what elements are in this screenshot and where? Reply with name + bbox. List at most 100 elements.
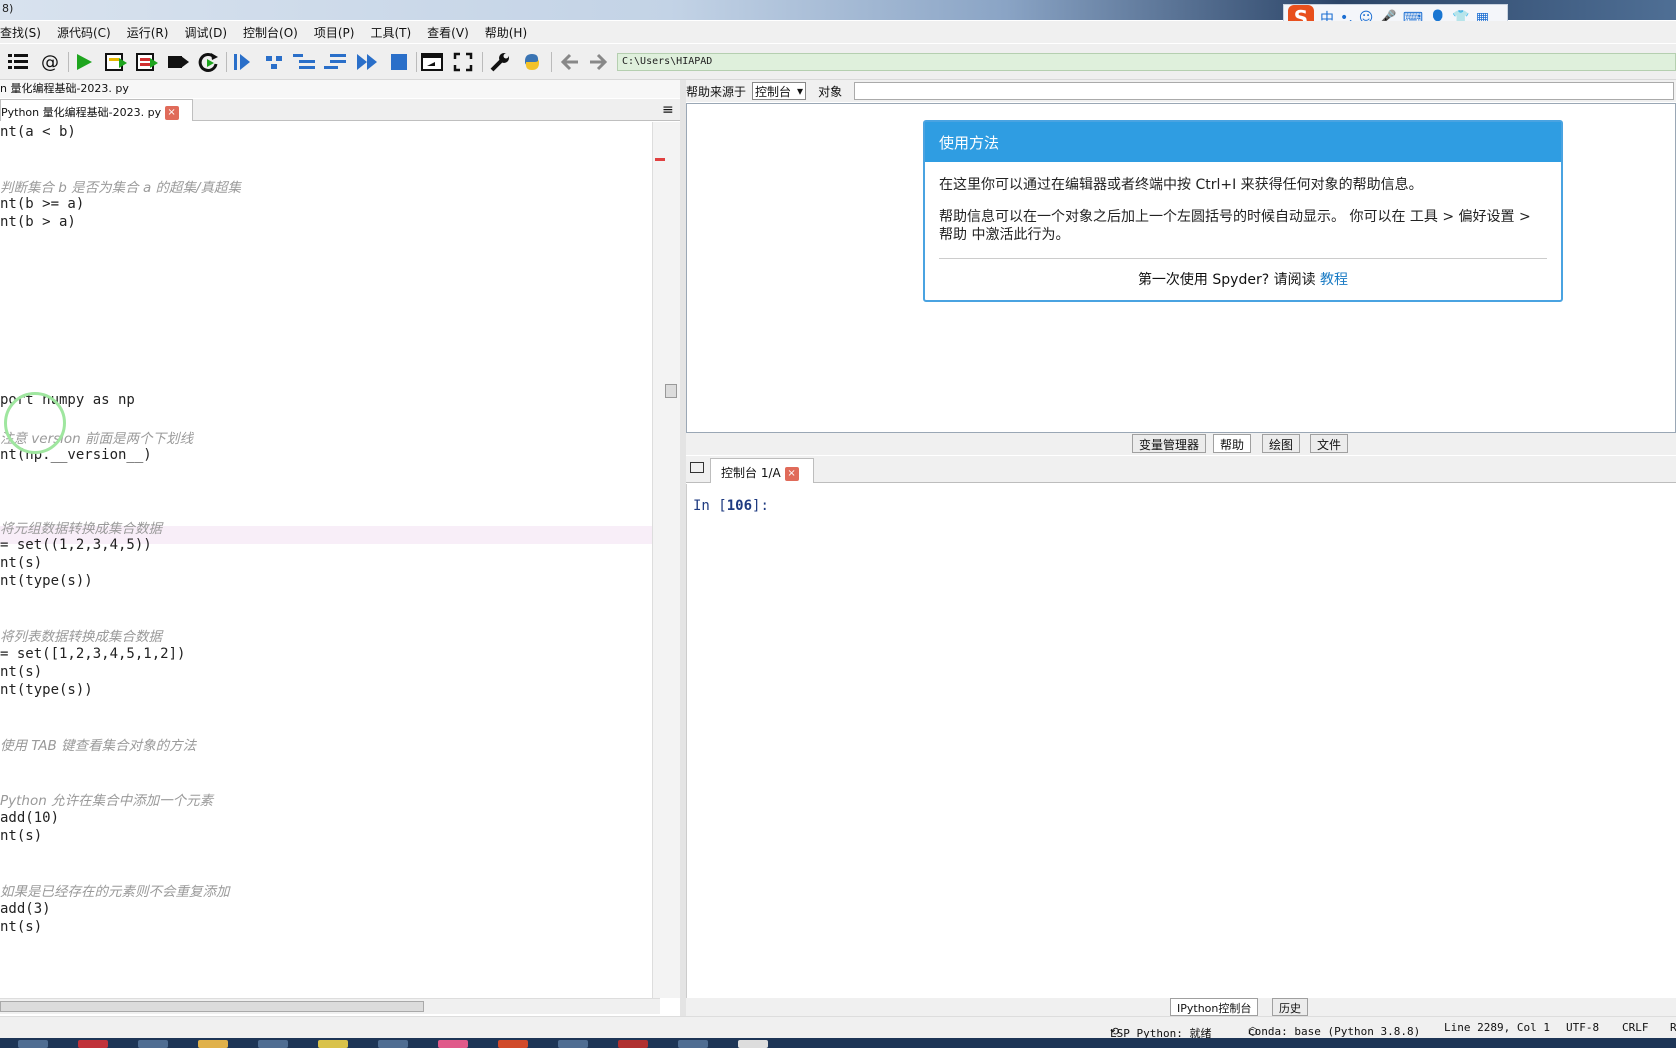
- toolbar-separator: [68, 52, 69, 72]
- svg-text:@: @: [41, 52, 59, 72]
- toolbar-separator: [226, 52, 227, 72]
- fullscreen-icon[interactable]: [451, 50, 475, 74]
- folder-icon[interactable]: [690, 462, 704, 473]
- menu-help[interactable]: 帮助(H): [477, 24, 535, 41]
- taskbar-item[interactable]: [678, 1040, 708, 1048]
- code-line: nt(type(s)): [0, 573, 93, 589]
- taskbar-item[interactable]: [558, 1040, 588, 1048]
- console-tab-bar: 控制台 1/A ×: [686, 456, 1676, 483]
- at-icon[interactable]: @: [38, 50, 62, 74]
- help-object-label: 对象: [818, 84, 843, 99]
- debug-icon[interactable]: [230, 50, 254, 74]
- menu-debug[interactable]: 调试(D): [176, 24, 235, 41]
- line-endings: CRLF: [1622, 1021, 1649, 1034]
- menu-run[interactable]: 运行(R): [119, 24, 177, 41]
- editor-vertical-scrollbar[interactable]: [652, 122, 680, 998]
- help-object-input[interactable]: [854, 82, 1675, 100]
- editor-tab[interactable]: Python 量化编程基础-2023. py ×: [0, 99, 193, 121]
- taskbar-item[interactable]: [438, 1040, 468, 1048]
- os-taskbar: [0, 1038, 1676, 1048]
- code-line: nt(a < b): [0, 124, 76, 140]
- python-path-icon[interactable]: [520, 50, 544, 74]
- taskbar-item[interactable]: [258, 1040, 288, 1048]
- status-bar: ⟲ LSP Python: 就绪 ⬡ conda: base (Python 3.8…: [0, 1016, 1676, 1040]
- code-comment-line: 判断集合 b 是否为集合 a 的超集/真超集: [0, 180, 242, 196]
- code-comment-line: 将元组数据转换成集合数据: [0, 521, 162, 537]
- pane-tab-bar: 变量管理器 帮助 绘图 文件: [686, 433, 1676, 455]
- tab-files[interactable]: 文件: [1310, 434, 1349, 453]
- code-line: = set([1,2,3,4,5,1,2]): [0, 646, 186, 662]
- cursor-position: Line 2289, Col 1: [1444, 1021, 1550, 1034]
- continue-icon[interactable]: [355, 50, 379, 74]
- code-line: = set((1,2,3,4,5)): [0, 537, 152, 553]
- chevron-down-icon: ▾: [797, 84, 804, 98]
- code-line: nt(b >= a): [0, 196, 85, 212]
- rerun-icon[interactable]: [197, 50, 221, 74]
- working-directory-input[interactable]: C:\Users\HIAPAD: [617, 53, 1676, 71]
- console-tab[interactable]: 控制台 1/A ×: [710, 458, 814, 483]
- console-bottom-tabs: IPython控制台 历史: [686, 998, 1676, 1016]
- code-line: nt(s): [0, 555, 43, 571]
- help-source-dropdown[interactable]: 控制台 ▾: [752, 82, 807, 100]
- help-pane: 使用方法 在这里你可以通过在编辑器或者终端中按 Ctrl+I 来获得任何对象的帮…: [686, 103, 1676, 433]
- run-cell-advance-icon[interactable]: [135, 50, 159, 74]
- tab-help[interactable]: 帮助: [1213, 434, 1252, 453]
- tab-history[interactable]: 历史: [1272, 998, 1308, 1016]
- taskbar-item[interactable]: [138, 1040, 168, 1048]
- taskbar-item[interactable]: [78, 1040, 108, 1048]
- tab-plots[interactable]: 绘图: [1262, 434, 1301, 453]
- close-icon[interactable]: ×: [784, 466, 799, 481]
- code-line: add(10): [0, 810, 60, 826]
- help-paragraph-1: 在这里你可以通过在编辑器或者终端中按 Ctrl+I 来获得任何对象的帮助信息。: [939, 177, 1423, 193]
- scrollbar-thumb[interactable]: [665, 384, 677, 398]
- help-footer-text: 第一次使用 Spyder? 请阅读: [1137, 272, 1316, 288]
- window-title: 8): [2, 2, 14, 15]
- help-card-title: 使用方法: [925, 122, 1561, 162]
- run-cell-icon[interactable]: [104, 50, 128, 74]
- editor-horizontal-scrollbar[interactable]: [0, 998, 660, 1014]
- mouse-cursor-highlight: [4, 392, 66, 454]
- console-tab-label: 控制台 1/A: [721, 466, 781, 480]
- code-line: nt(s): [0, 828, 43, 844]
- tab-ipython-console[interactable]: IPython控制台: [1170, 998, 1259, 1016]
- step-icon[interactable]: [262, 50, 286, 74]
- code-editor[interactable]: nt(a < b) 判断集合 b 是否为集合 a 的超集/真超集 nt(b >= a…: [0, 122, 652, 998]
- help-source-label: 帮助来源于: [686, 84, 747, 99]
- menu-search[interactable]: 查找(S): [0, 24, 49, 41]
- step-into-icon[interactable]: [292, 50, 316, 74]
- forward-arrow-icon[interactable]: [586, 50, 610, 74]
- preferences-wrench-icon[interactable]: [488, 50, 512, 74]
- prompt-suffix: ]:: [752, 498, 769, 514]
- step-return-icon[interactable]: [323, 50, 347, 74]
- taskbar-item[interactable]: [498, 1040, 528, 1048]
- code-line: nt(s): [0, 919, 43, 935]
- stop-icon[interactable]: [387, 50, 411, 74]
- help-usage-card: 使用方法 在这里你可以通过在编辑器或者终端中按 Ctrl+I 来获得任何对象的帮…: [923, 120, 1563, 302]
- taskbar-item[interactable]: [318, 1040, 348, 1048]
- editor-options-menu-icon[interactable]: ≡: [662, 102, 674, 118]
- run-selection-icon[interactable]: [166, 50, 190, 74]
- scrollbar-thumb[interactable]: [0, 1001, 424, 1012]
- run-icon[interactable]: [72, 50, 96, 74]
- taskbar-item[interactable]: [18, 1040, 48, 1048]
- taskbar-item[interactable]: [378, 1040, 408, 1048]
- menu-view[interactable]: 查看(V): [419, 24, 477, 41]
- tab-variable-explorer[interactable]: 变量管理器: [1132, 434, 1207, 453]
- console-prompt: In [106]:: [693, 498, 769, 514]
- code-comment-line: 使用 TAB 键查看集合对象的方法: [0, 738, 197, 754]
- outline-icon[interactable]: [6, 50, 30, 74]
- taskbar-item[interactable]: [198, 1040, 228, 1048]
- close-icon[interactable]: ×: [164, 106, 179, 120]
- menu-tools[interactable]: 工具(T): [362, 24, 419, 41]
- ipython-console[interactable]: In [106]:: [686, 484, 1676, 998]
- menu-console[interactable]: 控制台(O): [235, 24, 306, 41]
- menu-source[interactable]: 源代码(C): [49, 24, 119, 41]
- tutorial-link[interactable]: 教程: [1320, 272, 1348, 288]
- menu-project[interactable]: 项目(P): [306, 24, 363, 41]
- back-arrow-icon[interactable]: [558, 50, 582, 74]
- maximize-pane-icon[interactable]: [420, 50, 444, 74]
- taskbar-item[interactable]: [738, 1040, 768, 1048]
- taskbar-item[interactable]: [618, 1040, 648, 1048]
- code-line: nt(b > a): [0, 214, 76, 230]
- code-line: nt(s): [0, 664, 43, 680]
